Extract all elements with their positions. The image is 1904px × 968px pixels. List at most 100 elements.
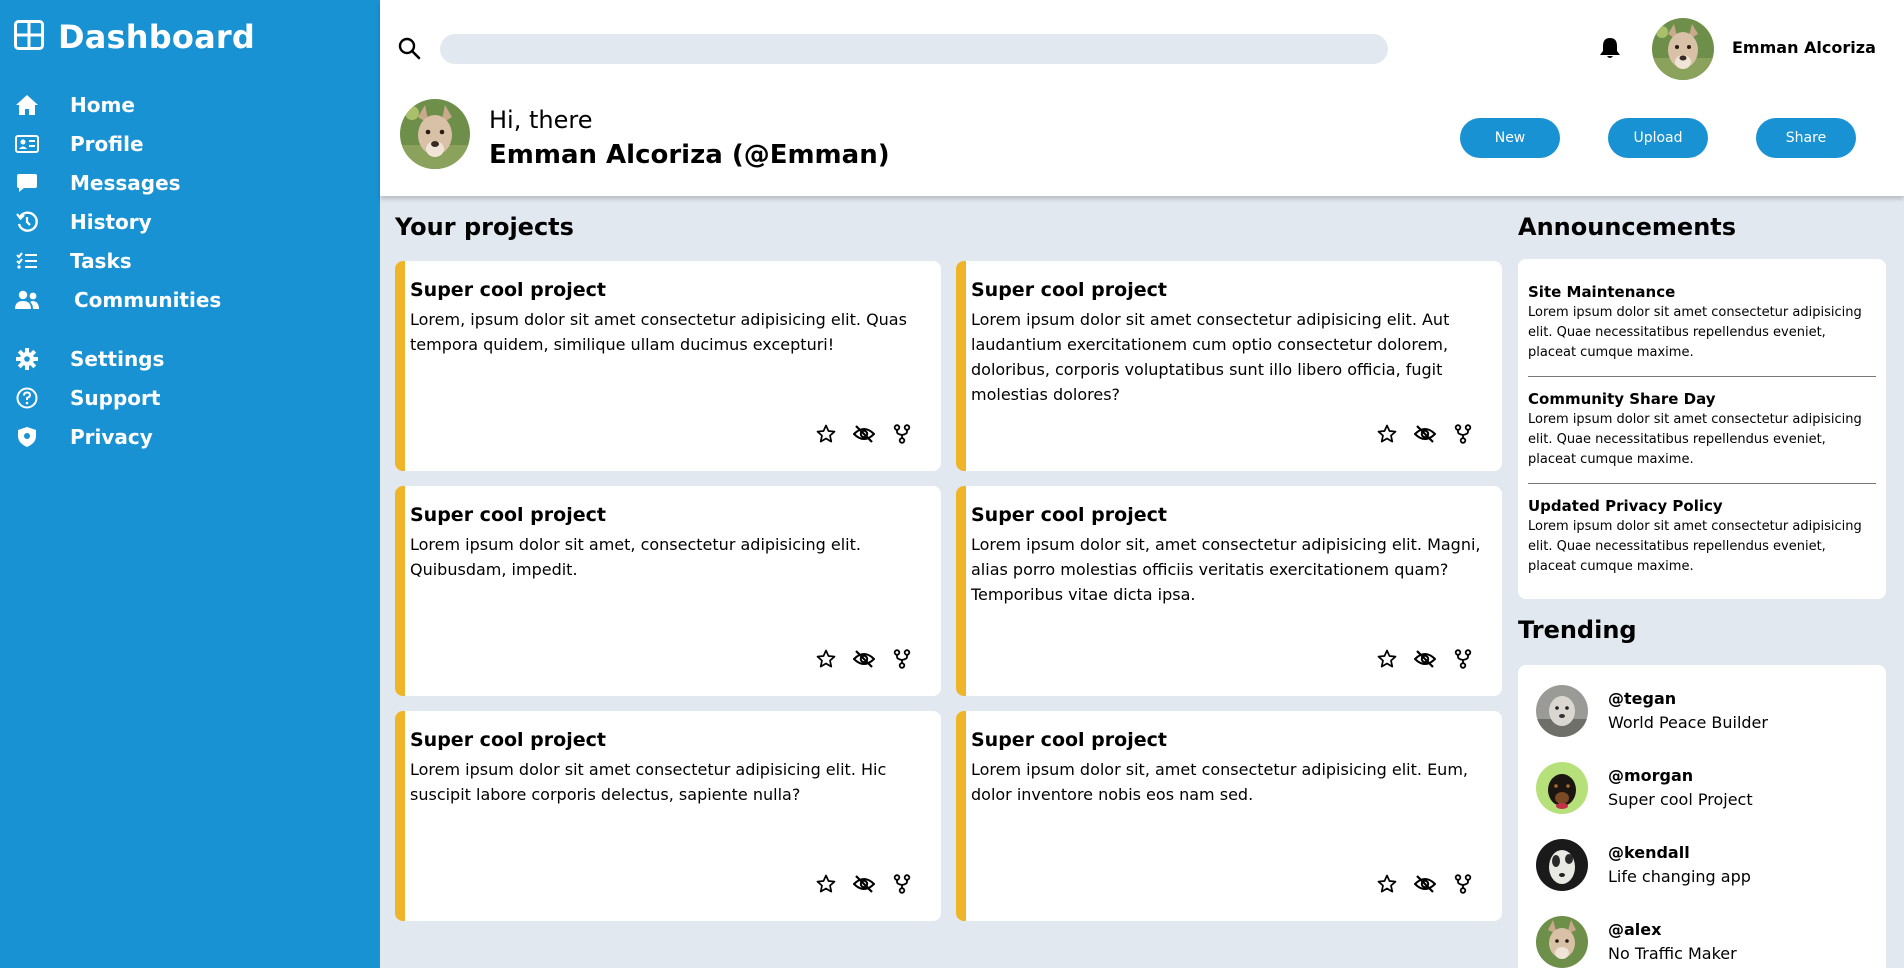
share-button[interactable]: Share: [1756, 118, 1856, 158]
project-description: Lorem ipsum dolor sit, amet consectetur …: [971, 535, 1481, 604]
announcement-item[interactable]: Site Maintenance Lorem ipsum dolor sit a…: [1528, 283, 1876, 363]
project-actions: [1376, 423, 1474, 445]
search-icon[interactable]: [397, 36, 423, 62]
profile-avatar: [400, 99, 470, 169]
project-description: Lorem ipsum dolor sit amet, consectetur …: [410, 535, 861, 579]
fork-icon[interactable]: [1452, 648, 1474, 670]
project-actions: [815, 423, 913, 445]
project-card[interactable]: Super cool project Lorem ipsum dolor sit …: [395, 711, 941, 921]
fork-icon[interactable]: [1452, 423, 1474, 445]
trending-avatar: [1536, 762, 1588, 814]
project-card[interactable]: Super cool project Lorem ipsum dolor sit …: [395, 486, 941, 696]
sidebar-item-messages[interactable]: Messages: [14, 170, 181, 196]
star-icon[interactable]: [815, 873, 837, 895]
divider: [1528, 376, 1876, 377]
user-name[interactable]: Emman Alcoriza: [1732, 38, 1876, 57]
eye-off-icon[interactable]: [853, 423, 875, 445]
announcements-title: Announcements: [1518, 213, 1737, 241]
star-icon[interactable]: [815, 648, 837, 670]
trending-handle: @morgan: [1608, 766, 1694, 785]
sidebar-item-profile[interactable]: Profile: [14, 131, 144, 157]
sidebar-item-label: Home: [70, 93, 135, 117]
sidebar-item-label: Privacy: [70, 425, 153, 449]
sidebar-item-label: Messages: [70, 171, 181, 195]
fork-icon[interactable]: [891, 648, 913, 670]
trending-item[interactable]: @morgan Super cool Project: [1536, 762, 1876, 822]
eye-off-icon[interactable]: [853, 648, 875, 670]
greeting-name: Emman Alcoriza (@Emman): [489, 140, 890, 170]
sidebar-item-support[interactable]: Support: [14, 385, 160, 411]
announcement-item[interactable]: Community Share Day Lorem ipsum dolor si…: [1528, 390, 1876, 470]
trending-handle: @kendall: [1608, 843, 1690, 862]
trending-handle: @alex: [1608, 920, 1662, 939]
message-icon: [14, 170, 40, 196]
users-icon: [14, 287, 40, 313]
greeting: Hi, there: [489, 106, 593, 134]
trending-desc: Life changing app: [1608, 867, 1751, 886]
bell-icon[interactable]: [1599, 36, 1623, 62]
announcements-panel: Site Maintenance Lorem ipsum dolor sit a…: [1518, 259, 1886, 599]
divider: [1528, 483, 1876, 484]
project-title: Super cool project: [971, 729, 1167, 751]
announcement-title: Community Share Day: [1528, 390, 1716, 408]
star-icon[interactable]: [1376, 648, 1398, 670]
sidebar: Dashboard Home Profile Messages History …: [0, 0, 380, 968]
trending-item[interactable]: @alex No Traffic Maker: [1536, 916, 1876, 968]
project-description: Lorem, ipsum dolor sit amet consectetur …: [410, 310, 907, 354]
announcement-item[interactable]: Updated Privacy Policy Lorem ipsum dolor…: [1528, 497, 1876, 577]
project-description: Lorem ipsum dolor sit amet consectetur a…: [971, 310, 1450, 404]
trending-avatar: [1536, 839, 1588, 891]
eye-off-icon[interactable]: [1414, 423, 1436, 445]
fork-icon[interactable]: [891, 873, 913, 895]
eye-off-icon[interactable]: [1414, 873, 1436, 895]
project-description: Lorem ipsum dolor sit amet consectetur a…: [410, 760, 887, 804]
trending-handle: @tegan: [1608, 689, 1677, 708]
sidebar-item-history[interactable]: History: [14, 209, 152, 235]
new-button[interactable]: New: [1460, 118, 1560, 158]
project-card[interactable]: Super cool project Lorem ipsum dolor sit,…: [956, 711, 1502, 921]
project-card[interactable]: Super cool project Lorem, ipsum dolor sit…: [395, 261, 941, 471]
sidebar-item-label: Settings: [70, 347, 165, 371]
sidebar-item-settings[interactable]: Settings: [14, 346, 164, 372]
project-title: Super cool project: [971, 504, 1167, 526]
project-card[interactable]: Super cool project Lorem ipsum dolor sit …: [956, 261, 1502, 471]
sidebar-item-communities[interactable]: Communities: [14, 287, 221, 313]
eye-off-icon[interactable]: [1414, 648, 1436, 670]
star-icon[interactable]: [815, 423, 837, 445]
sidebar-item-home[interactable]: Home: [14, 92, 135, 118]
brand[interactable]: Dashboard: [14, 18, 255, 56]
trending-item[interactable]: @tegan World Peace Builder: [1536, 685, 1876, 745]
search-input[interactable]: [440, 34, 1388, 64]
id-card-icon: [14, 131, 40, 157]
trending-panel: @tegan World Peace Builder @morgan Super…: [1518, 665, 1886, 968]
trending-desc: Super cool Project: [1608, 790, 1753, 809]
project-actions: [1376, 873, 1474, 895]
project-description: Lorem ipsum dolor sit, amet consectetur …: [971, 760, 1468, 804]
sidebar-item-label: History: [70, 210, 152, 234]
star-icon[interactable]: [1376, 873, 1398, 895]
projects-title: Your projects: [395, 213, 574, 241]
upload-button[interactable]: Upload: [1608, 118, 1708, 158]
project-actions: [815, 873, 913, 895]
trending-avatar: [1536, 916, 1588, 968]
star-icon[interactable]: [1376, 423, 1398, 445]
project-card[interactable]: Super cool project Lorem ipsum dolor sit,…: [956, 486, 1502, 696]
project-title: Super cool project: [410, 729, 606, 751]
fork-icon[interactable]: [1452, 873, 1474, 895]
sidebar-item-label: Profile: [70, 132, 144, 156]
shield-icon: [14, 424, 40, 450]
announcement-title: Updated Privacy Policy: [1528, 497, 1723, 515]
project-title: Super cool project: [410, 504, 606, 526]
trending-item[interactable]: @kendall Life changing app: [1536, 839, 1876, 899]
home-icon: [14, 92, 40, 118]
trending-desc: World Peace Builder: [1608, 713, 1768, 732]
sidebar-item-label: Communities: [74, 288, 222, 312]
tasks-icon: [14, 248, 40, 274]
project-actions: [815, 648, 913, 670]
header: Emman Alcoriza Hi, there Emman Alcoriza …: [380, 0, 1904, 196]
fork-icon[interactable]: [891, 423, 913, 445]
avatar[interactable]: [1652, 18, 1714, 80]
sidebar-item-privacy[interactable]: Privacy: [14, 424, 153, 450]
sidebar-item-tasks[interactable]: Tasks: [14, 248, 132, 274]
eye-off-icon[interactable]: [853, 873, 875, 895]
